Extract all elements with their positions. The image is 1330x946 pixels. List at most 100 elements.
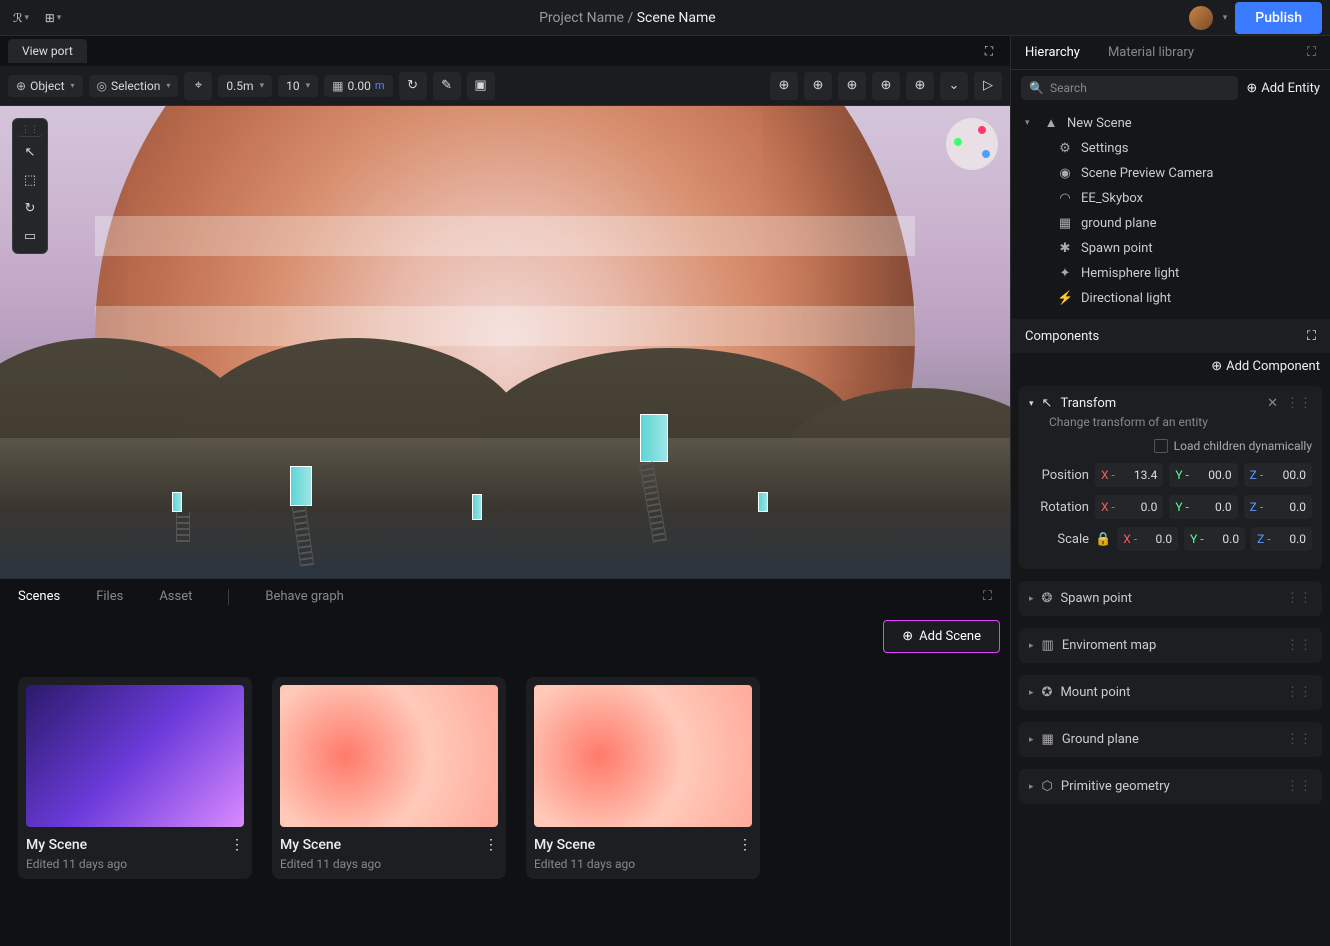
- scene-card[interactable]: My Scene⋮ Edited 11 days ago: [18, 677, 252, 879]
- viewport-canvas[interactable]: ⋮⋮ ↖ ⬚ ↻ ▭: [0, 106, 1010, 578]
- rotation-x-field[interactable]: X -0.0: [1095, 495, 1163, 519]
- scale-y-field[interactable]: Y -0.0: [1184, 527, 1245, 551]
- skybox-icon: ◠: [1057, 191, 1073, 206]
- tree-item[interactable]: ⚙Settings: [1033, 136, 1322, 161]
- add-component-button[interactable]: ⊕ Add Component: [1211, 359, 1320, 374]
- edit-icon[interactable]: ✎: [433, 72, 461, 100]
- component-desc: Change transform of an entity: [1049, 415, 1312, 429]
- globe-icon-1[interactable]: ⊕: [770, 72, 798, 100]
- scene-card[interactable]: My Scene⋮ Edited 11 days ago: [526, 677, 760, 879]
- object-mode-dropdown[interactable]: ⊕ Object ▾: [8, 75, 83, 97]
- breadcrumb-project[interactable]: Project Name: [539, 10, 624, 26]
- drag-handle-icon[interactable]: ⋮⋮: [1286, 685, 1312, 700]
- tab-asset[interactable]: Asset: [159, 581, 192, 612]
- scale-icon[interactable]: ▭: [17, 223, 43, 249]
- breadcrumb-scene[interactable]: Scene Name: [637, 10, 716, 26]
- tab-files[interactable]: Files: [96, 581, 123, 612]
- drag-handle-icon[interactable]: ⋮⋮: [1286, 732, 1312, 747]
- scene-thumbnail: [26, 685, 244, 827]
- tree-root[interactable]: ▾▲New Scene: [1019, 110, 1322, 136]
- drag-handle-icon[interactable]: ⋮⋮: [17, 123, 43, 137]
- avatar[interactable]: [1189, 6, 1213, 30]
- plane-icon: ▦: [1057, 216, 1073, 231]
- play-icon[interactable]: ▷: [974, 72, 1002, 100]
- scale-z-field[interactable]: Z -0.0: [1251, 527, 1312, 551]
- search-placeholder: Search: [1050, 81, 1087, 95]
- load-children-checkbox[interactable]: Load children dynamically: [1029, 439, 1312, 453]
- grid-icon: ⊞: [45, 11, 55, 25]
- logo-menu[interactable]: ℛ▾: [8, 5, 34, 31]
- rotation-y-field[interactable]: Y -0.0: [1169, 495, 1237, 519]
- more-icon[interactable]: ⋮: [484, 837, 498, 853]
- tab-scenes[interactable]: Scenes: [18, 581, 60, 612]
- globe-icon-2[interactable]: ⊕: [804, 72, 832, 100]
- drag-handle-icon[interactable]: ⋮⋮: [1286, 396, 1312, 411]
- scene-edited: Edited 11 days ago: [280, 857, 498, 871]
- viewport-toolbar: ⊕ Object ▾ ◎ Selection ▾ ⌖ 0.5m▾ 10▾ ▦ 0…: [0, 66, 1010, 106]
- snap-angle-field[interactable]: 10▾: [278, 75, 318, 97]
- position-y-field[interactable]: Y -00.0: [1169, 463, 1237, 487]
- chevron-down-icon[interactable]: ▾: [1029, 399, 1034, 409]
- chevron-down-icon[interactable]: ⌄: [940, 72, 968, 100]
- environment-map-component[interactable]: ▸▥Enviroment map⋮⋮: [1019, 628, 1322, 663]
- right-panel-tabs: Hierarchy Material library ⛶: [1011, 36, 1330, 70]
- tree-item[interactable]: ◠EE_Skybox: [1033, 186, 1322, 211]
- spawn-point-component[interactable]: ▸❂Spawn point⋮⋮: [1019, 581, 1322, 616]
- globe-icon-4[interactable]: ⊕: [872, 72, 900, 100]
- more-icon[interactable]: ⋮: [230, 837, 244, 853]
- fullscreen-icon[interactable]: ⛶: [1307, 329, 1316, 344]
- position-x-field[interactable]: X -13.4: [1095, 463, 1163, 487]
- lock-icon[interactable]: 🔒: [1095, 532, 1111, 547]
- plus-circle-icon: ⊕: [1246, 81, 1257, 96]
- refresh-icon[interactable]: ↻: [399, 72, 427, 100]
- sync-icon[interactable]: ↻: [17, 195, 43, 221]
- scene-grid: My Scene⋮ Edited 11 days ago My Scene⋮ E…: [0, 659, 1010, 897]
- globe-icon-5[interactable]: ⊕: [906, 72, 934, 100]
- scene-title: My Scene: [26, 837, 87, 853]
- tab-material-library[interactable]: Material library: [1108, 45, 1194, 60]
- ground-plane-component[interactable]: ▸▦Ground plane⋮⋮: [1019, 722, 1322, 757]
- globe-icon-3[interactable]: ⊕: [838, 72, 866, 100]
- viewport-tab[interactable]: View port: [8, 39, 87, 63]
- close-icon[interactable]: ✕: [1267, 396, 1278, 411]
- component-title: Transfom: [1060, 396, 1116, 411]
- tree-item[interactable]: ◉Scene Preview Camera: [1033, 161, 1322, 186]
- tab-behave-graph[interactable]: Behave graph: [265, 581, 343, 612]
- chevron-down-icon[interactable]: ▾: [1223, 13, 1228, 23]
- add-scene-button[interactable]: ⊕ Add Scene: [883, 620, 1000, 653]
- tree-item[interactable]: ✱Spawn point: [1033, 236, 1322, 261]
- scale-x-field[interactable]: X -0.0: [1117, 527, 1178, 551]
- snap-icon[interactable]: ⌖: [184, 72, 212, 100]
- navigation-gizmo[interactable]: [946, 118, 998, 170]
- rotation-label: Rotation: [1029, 500, 1089, 515]
- tree-item[interactable]: ⚡Directional light: [1033, 286, 1322, 311]
- rotation-z-field[interactable]: Z -0.0: [1244, 495, 1312, 519]
- mount-point-component[interactable]: ▸✪Mount point⋮⋮: [1019, 675, 1322, 710]
- publish-button[interactable]: Publish: [1235, 2, 1322, 34]
- scale-label: Scale: [1029, 532, 1089, 547]
- primitive-geometry-component[interactable]: ▸⬡Primitive geometry⋮⋮: [1019, 769, 1322, 804]
- more-icon[interactable]: ⋮: [738, 837, 752, 853]
- drag-handle-icon[interactable]: ⋮⋮: [1286, 591, 1312, 606]
- object-mode-label: Object: [30, 79, 64, 93]
- tree-item[interactable]: ✦Hemisphere light: [1033, 261, 1322, 286]
- scene-card[interactable]: My Scene⋮ Edited 11 days ago: [272, 677, 506, 879]
- hierarchy-search-input[interactable]: 🔍 Search: [1021, 76, 1238, 100]
- transform-icon[interactable]: ⬚: [17, 167, 43, 193]
- position-z-field[interactable]: Z -00.0: [1244, 463, 1312, 487]
- snap-distance-field[interactable]: 0.5m▾: [218, 75, 272, 97]
- fullscreen-icon[interactable]: ⛶: [976, 38, 1002, 64]
- scene-thumbnail: [534, 685, 752, 827]
- selection-mode-dropdown[interactable]: ◎ Selection ▾: [89, 75, 179, 97]
- drag-handle-icon[interactable]: ⋮⋮: [1286, 638, 1312, 653]
- grid-value-field[interactable]: ▦ 0.00 m: [324, 75, 392, 97]
- drag-handle-icon[interactable]: ⋮⋮: [1286, 779, 1312, 794]
- apps-menu[interactable]: ⊞▾: [40, 5, 66, 31]
- tab-hierarchy[interactable]: Hierarchy: [1025, 45, 1080, 60]
- fullscreen-icon[interactable]: ⛶: [1307, 45, 1316, 60]
- bounds-icon[interactable]: ▣: [467, 72, 495, 100]
- add-entity-button[interactable]: ⊕ Add Entity: [1246, 81, 1320, 96]
- fullscreen-icon[interactable]: ⛶: [983, 589, 992, 604]
- tree-item[interactable]: ▦ground plane: [1033, 211, 1322, 236]
- cursor-icon[interactable]: ↖: [17, 139, 43, 165]
